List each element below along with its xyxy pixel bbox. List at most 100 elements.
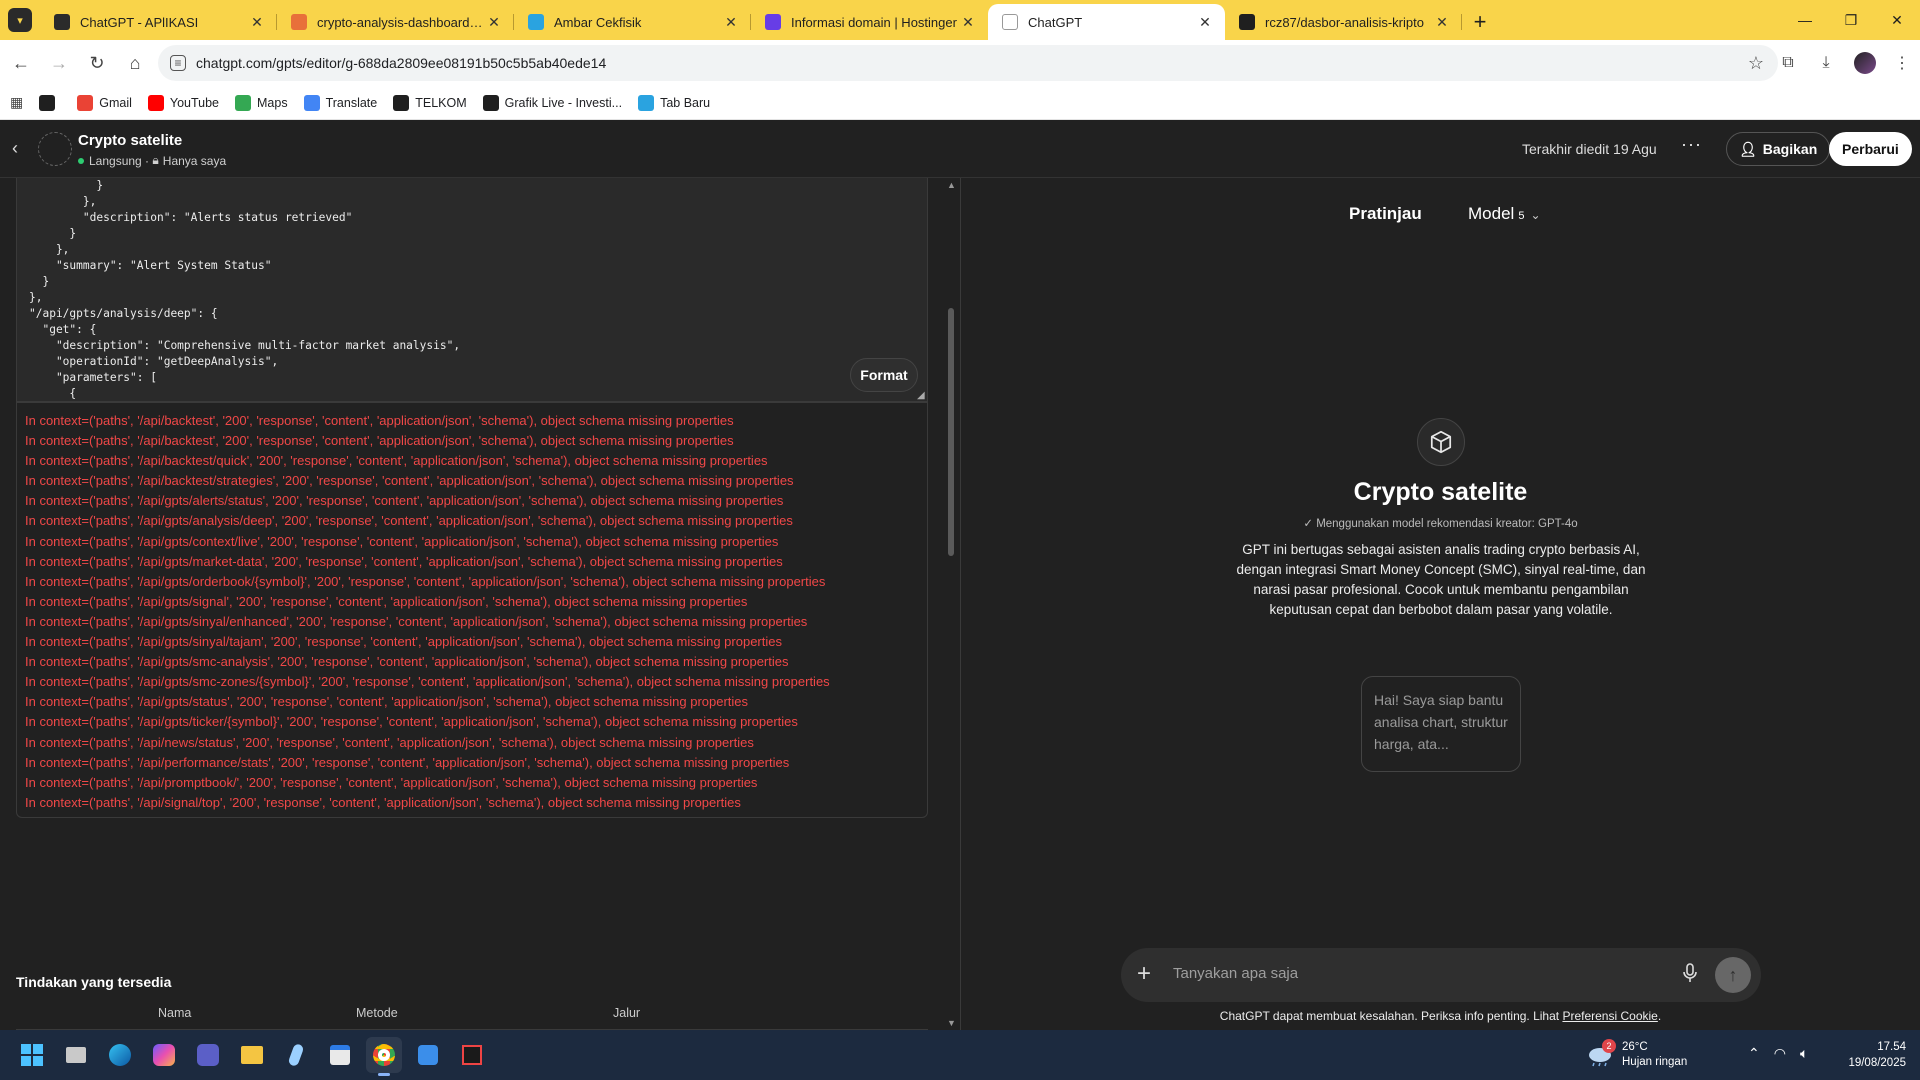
copilot-icon[interactable] bbox=[146, 1037, 182, 1073]
favicon-icon bbox=[291, 14, 307, 30]
disclaimer-end: . bbox=[1657, 1009, 1662, 1023]
gpt-editor-header: ‹ Crypto satelite Langsung · 🔒︎ Hanya sa… bbox=[0, 120, 1920, 178]
back-chevron-icon[interactable]: ‹ bbox=[12, 138, 18, 159]
app-icon[interactable] bbox=[278, 1037, 314, 1073]
column-path: Jalur bbox=[613, 1006, 641, 1020]
browser-tab[interactable]: ChatGPT ✕ bbox=[988, 4, 1225, 40]
chrome-icon[interactable] bbox=[366, 1037, 402, 1076]
tab-search-button[interactable]: ▾ bbox=[0, 0, 40, 40]
wifi-icon[interactable]: ◠ bbox=[1774, 1045, 1786, 1062]
close-tab-icon[interactable]: ✕ bbox=[1195, 14, 1215, 31]
address-bar[interactable]: ≡ chatgpt.com/gpts/editor/g-688da2809ee0… bbox=[158, 45, 1778, 81]
code-line: "description": "Comprehensive multi-fact… bbox=[29, 339, 461, 352]
error-line: In context=('paths', '/api/gpts/market-d… bbox=[25, 553, 783, 569]
close-window-icon[interactable]: ✕ bbox=[1874, 0, 1920, 40]
bookmark-item[interactable]: Translate bbox=[303, 94, 378, 111]
bookmark-star-icon[interactable]: ☆ bbox=[1748, 53, 1764, 74]
code-line: }, bbox=[29, 291, 43, 304]
restore-icon[interactable]: ❐ bbox=[1828, 0, 1874, 40]
address-text: chatgpt.com/gpts/editor/g-688da2809ee081… bbox=[196, 55, 607, 71]
home-icon[interactable]: ⌂ bbox=[118, 46, 152, 80]
scroll-up-icon[interactable]: ▲ bbox=[947, 180, 956, 190]
apps-grid-icon[interactable]: ▦ bbox=[10, 94, 23, 111]
send-arrow-icon[interactable]: ↑ bbox=[1715, 957, 1751, 993]
favicon-icon bbox=[54, 14, 70, 30]
gpt-avatar[interactable] bbox=[38, 132, 72, 166]
disclaimer-text: ChatGPT dapat membuat kesalahan. Periksa… bbox=[1219, 1009, 1563, 1023]
code-editor-icon[interactable] bbox=[454, 1037, 490, 1073]
error-line: In context=('paths', '/api/gpts/smc-anal… bbox=[25, 654, 789, 670]
edge-browser-icon[interactable] bbox=[102, 1037, 138, 1073]
close-tab-icon[interactable]: ✕ bbox=[721, 14, 741, 31]
bookmark-item[interactable]: Tab Baru bbox=[638, 94, 710, 111]
tab-title: rcz87/dasbor-analisis-kripto bbox=[1265, 14, 1424, 30]
browser-tab[interactable]: ChatGPT - APlIKASI ✕ bbox=[40, 4, 277, 40]
close-tab-icon[interactable]: ✕ bbox=[484, 14, 504, 31]
bookmark-item[interactable]: TELKOM bbox=[393, 94, 467, 111]
reload-icon[interactable]: ↻ bbox=[80, 46, 114, 80]
back-arrow-icon[interactable]: ← bbox=[4, 46, 38, 80]
conversation-starter[interactable]: Hai! Saya siap bantu analisa chart, stru… bbox=[1361, 676, 1521, 772]
error-line: In context=('paths', '/api/gpts/ticker/{… bbox=[25, 714, 798, 730]
plus-icon[interactable]: + bbox=[1137, 960, 1151, 988]
scroll-thumb[interactable] bbox=[948, 308, 954, 556]
cookie-preferences-link[interactable]: Preferensi Cookie bbox=[1562, 1009, 1657, 1023]
browser-tab[interactable]: rcz87/dasbor-analisis-kripto ✕ bbox=[1225, 4, 1462, 40]
weather-widget[interactable]: 2 26°C Hujan ringan bbox=[1586, 1039, 1688, 1070]
chevron-up-icon[interactable]: ⌃ bbox=[1748, 1045, 1760, 1062]
scroll-down-icon[interactable]: ▼ bbox=[947, 1018, 956, 1028]
clock[interactable]: 17.54 19/08/2025 bbox=[1848, 1039, 1906, 1071]
gpt-status: Langsung · 🔒︎ Hanya saya bbox=[78, 153, 226, 168]
schema-editor[interactable]: } }, "description": "Alerts status retri… bbox=[16, 178, 928, 402]
file-explorer-icon[interactable] bbox=[234, 1037, 270, 1073]
youtube-icon bbox=[147, 94, 164, 111]
update-button[interactable]: Perbarui bbox=[1829, 132, 1912, 166]
column-method: Metode bbox=[356, 1006, 398, 1020]
minimize-icon[interactable]: — bbox=[1782, 0, 1828, 40]
teams-icon[interactable] bbox=[190, 1037, 226, 1073]
preview-panel: Pratinjau Model 5 ⌄ Crypto satelite ✓ Me… bbox=[961, 178, 1920, 1030]
bookmark-label: Translate bbox=[325, 95, 378, 110]
window-app-icon[interactable] bbox=[410, 1037, 446, 1073]
browser-tab[interactable]: Ambar Cekfisik ✕ bbox=[514, 4, 751, 40]
composer-input[interactable]: Tanyakan apa saja bbox=[1173, 965, 1298, 982]
error-line: In context=('paths', '/api/gpts/signal',… bbox=[25, 593, 748, 609]
extensions-icon[interactable]: ⧉ bbox=[1770, 45, 1806, 81]
bookmark-item[interactable]: Maps bbox=[235, 94, 288, 111]
close-tab-icon[interactable]: ✕ bbox=[958, 14, 978, 31]
visibility-label: Hanya saya bbox=[162, 153, 227, 168]
left-scrollbar[interactable]: ▲ ▼ bbox=[945, 178, 957, 1030]
kebab-menu-icon[interactable]: ⋮ bbox=[1884, 45, 1920, 81]
format-button[interactable]: Format bbox=[850, 358, 918, 392]
preview-tab[interactable]: Pratinjau bbox=[1349, 204, 1422, 224]
browser-tab[interactable]: crypto-analysis-dashboard - Re ✕ bbox=[277, 4, 514, 40]
new-tab-button[interactable]: + bbox=[1462, 4, 1498, 40]
person-icon: 👤︎ bbox=[1739, 140, 1757, 157]
profile-avatar[interactable] bbox=[1846, 45, 1882, 81]
bookmark-item[interactable]: Grafik Live - Investi... bbox=[482, 94, 622, 111]
site-info-icon[interactable]: ≡ bbox=[170, 55, 186, 71]
weather-desc: Hujan ringan bbox=[1622, 1056, 1688, 1068]
resize-handle-icon[interactable]: ◢ bbox=[917, 390, 925, 401]
share-button[interactable]: 👤︎ Bagikan bbox=[1726, 132, 1831, 166]
windows-start-icon[interactable] bbox=[14, 1037, 50, 1073]
more-options-icon[interactable]: ··· bbox=[1681, 134, 1702, 155]
microphone-icon[interactable] bbox=[1682, 962, 1700, 986]
bookmark-item[interactable]: Gmail bbox=[77, 94, 132, 111]
close-tab-icon[interactable]: ✕ bbox=[1432, 14, 1452, 31]
bookmark-item[interactable] bbox=[39, 94, 61, 111]
volume-icon[interactable]: 🔈︎ bbox=[1800, 1045, 1808, 1062]
store-icon[interactable] bbox=[322, 1037, 358, 1073]
code-line: "/api/gpts/analysis/deep": { bbox=[29, 307, 218, 320]
close-tab-icon[interactable]: ✕ bbox=[247, 14, 267, 31]
forward-arrow-icon[interactable]: → bbox=[42, 46, 76, 80]
code-line: "description": "Alerts status retrieved" bbox=[29, 211, 353, 224]
bookmark-item[interactable]: YouTube bbox=[147, 94, 219, 111]
model-selector[interactable]: Model 5 ⌄ bbox=[1468, 204, 1541, 224]
browser-tab[interactable]: Informasi domain | Hostinger ✕ bbox=[751, 4, 988, 40]
task-view-icon[interactable] bbox=[58, 1037, 94, 1073]
download-icon[interactable]: ⤓ bbox=[1808, 45, 1844, 81]
last-edited: Terakhir diedit 19 Agu bbox=[1522, 141, 1657, 157]
error-line: In context=('paths', '/api/gpts/orderboo… bbox=[25, 573, 826, 589]
model-label: Model bbox=[1468, 204, 1515, 223]
